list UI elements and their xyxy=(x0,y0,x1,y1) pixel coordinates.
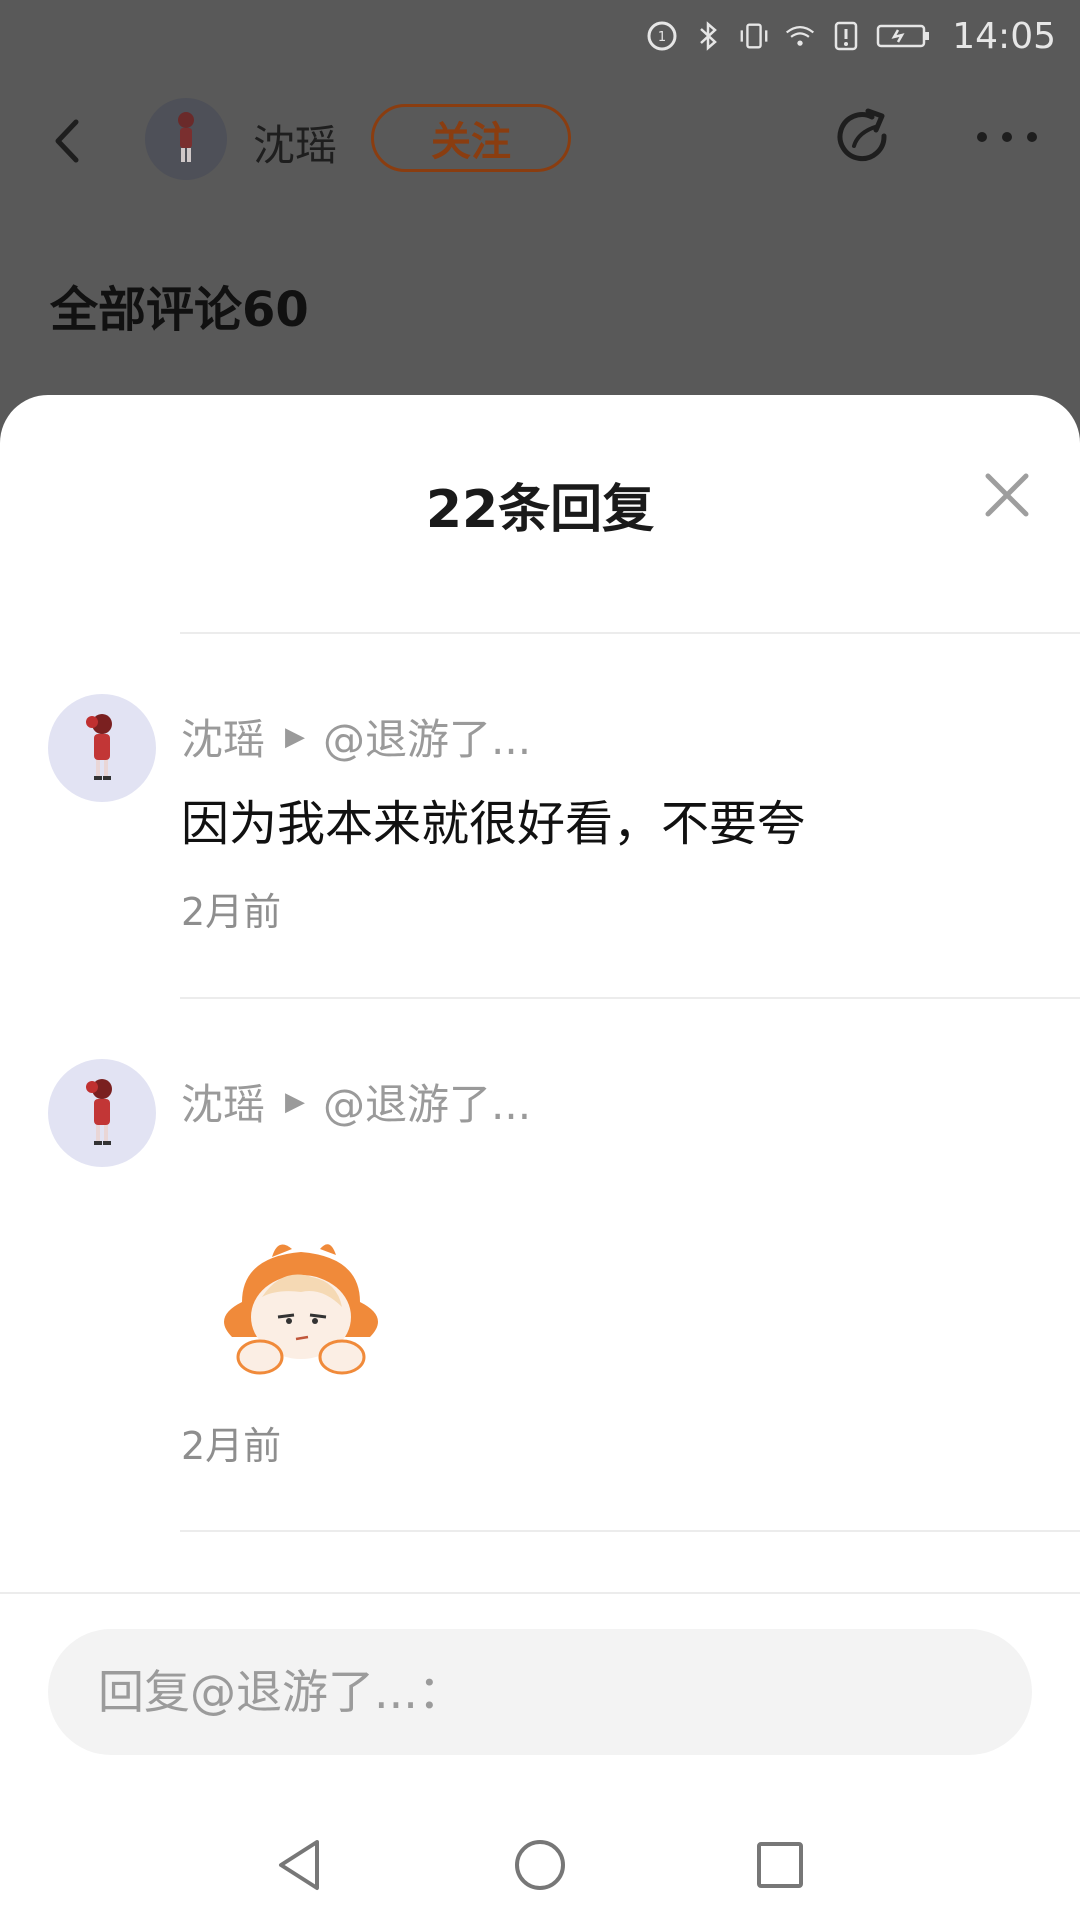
author-name[interactable]: 沈瑶 xyxy=(253,112,337,173)
nav-home-icon[interactable] xyxy=(505,1830,575,1900)
divider xyxy=(180,1530,1080,1532)
more-icon[interactable] xyxy=(972,122,1042,152)
divider xyxy=(180,632,1080,634)
input-divider xyxy=(0,1592,1080,1594)
battery-charging-icon xyxy=(876,20,932,52)
reply-arrow-icon: ▶ xyxy=(285,1086,306,1117)
reply-item[interactable]: 沈瑶 ▶ @退游了... 因为我本来就很好看，不要夸 2月前 xyxy=(0,694,1080,994)
share-icon[interactable] xyxy=(832,106,896,170)
reply-arrow-icon: ▶ xyxy=(285,721,306,752)
system-nav-bar xyxy=(0,1810,1080,1920)
reply-target[interactable]: @退游了... xyxy=(323,1071,531,1132)
sticker-image xyxy=(212,1237,390,1377)
divider xyxy=(180,997,1080,999)
reply-input-container[interactable] xyxy=(48,1629,1032,1755)
sheet-title: 22条回复 xyxy=(425,480,655,540)
reply-author[interactable]: 沈瑶 xyxy=(181,1071,265,1132)
background-page: 1 14:05 沈瑶 关注 全部评论60 xyxy=(0,0,1080,420)
reply-header: 沈瑶 ▶ @退游了... xyxy=(181,706,531,767)
top-nav: 沈瑶 关注 xyxy=(0,92,1080,188)
status-time: 14:05 xyxy=(952,15,1056,57)
status-bar: 1 14:05 xyxy=(0,0,1080,72)
alert-icon xyxy=(830,20,862,52)
follow-button[interactable]: 关注 xyxy=(371,104,571,172)
replies-sheet: 22条回复 沈瑶 ▶ @退游了... 因为我本来就很好看，不要夸 2月前 沈瑶 … xyxy=(0,395,1080,1920)
reply-text: 因为我本来就很好看，不要夸 xyxy=(181,796,806,852)
reply-time: 2月前 xyxy=(181,1424,282,1468)
reply-item[interactable]: 沈瑶 ▶ @退游了... 2月前 xyxy=(0,1059,1080,1509)
svg-text:1: 1 xyxy=(658,30,666,45)
nav-recents-icon[interactable] xyxy=(745,1830,815,1900)
reply-input[interactable] xyxy=(98,1665,1032,1719)
nav-back-icon[interactable] xyxy=(265,1830,335,1900)
hd-call-icon: 1 xyxy=(646,20,678,52)
wifi-icon xyxy=(784,20,816,52)
reply-header: 沈瑶 ▶ @退游了... xyxy=(181,1071,531,1132)
vibrate-icon xyxy=(738,20,770,52)
bluetooth-icon xyxy=(692,20,724,52)
back-icon[interactable] xyxy=(44,116,94,166)
reply-author[interactable]: 沈瑶 xyxy=(181,706,265,767)
close-icon[interactable] xyxy=(982,470,1032,520)
avatar[interactable] xyxy=(48,694,156,802)
comments-title: 全部评论60 xyxy=(50,282,309,338)
reply-time: 2月前 xyxy=(181,890,282,934)
avatar[interactable] xyxy=(145,98,227,180)
reply-target[interactable]: @退游了... xyxy=(323,706,531,767)
avatar[interactable] xyxy=(48,1059,156,1167)
